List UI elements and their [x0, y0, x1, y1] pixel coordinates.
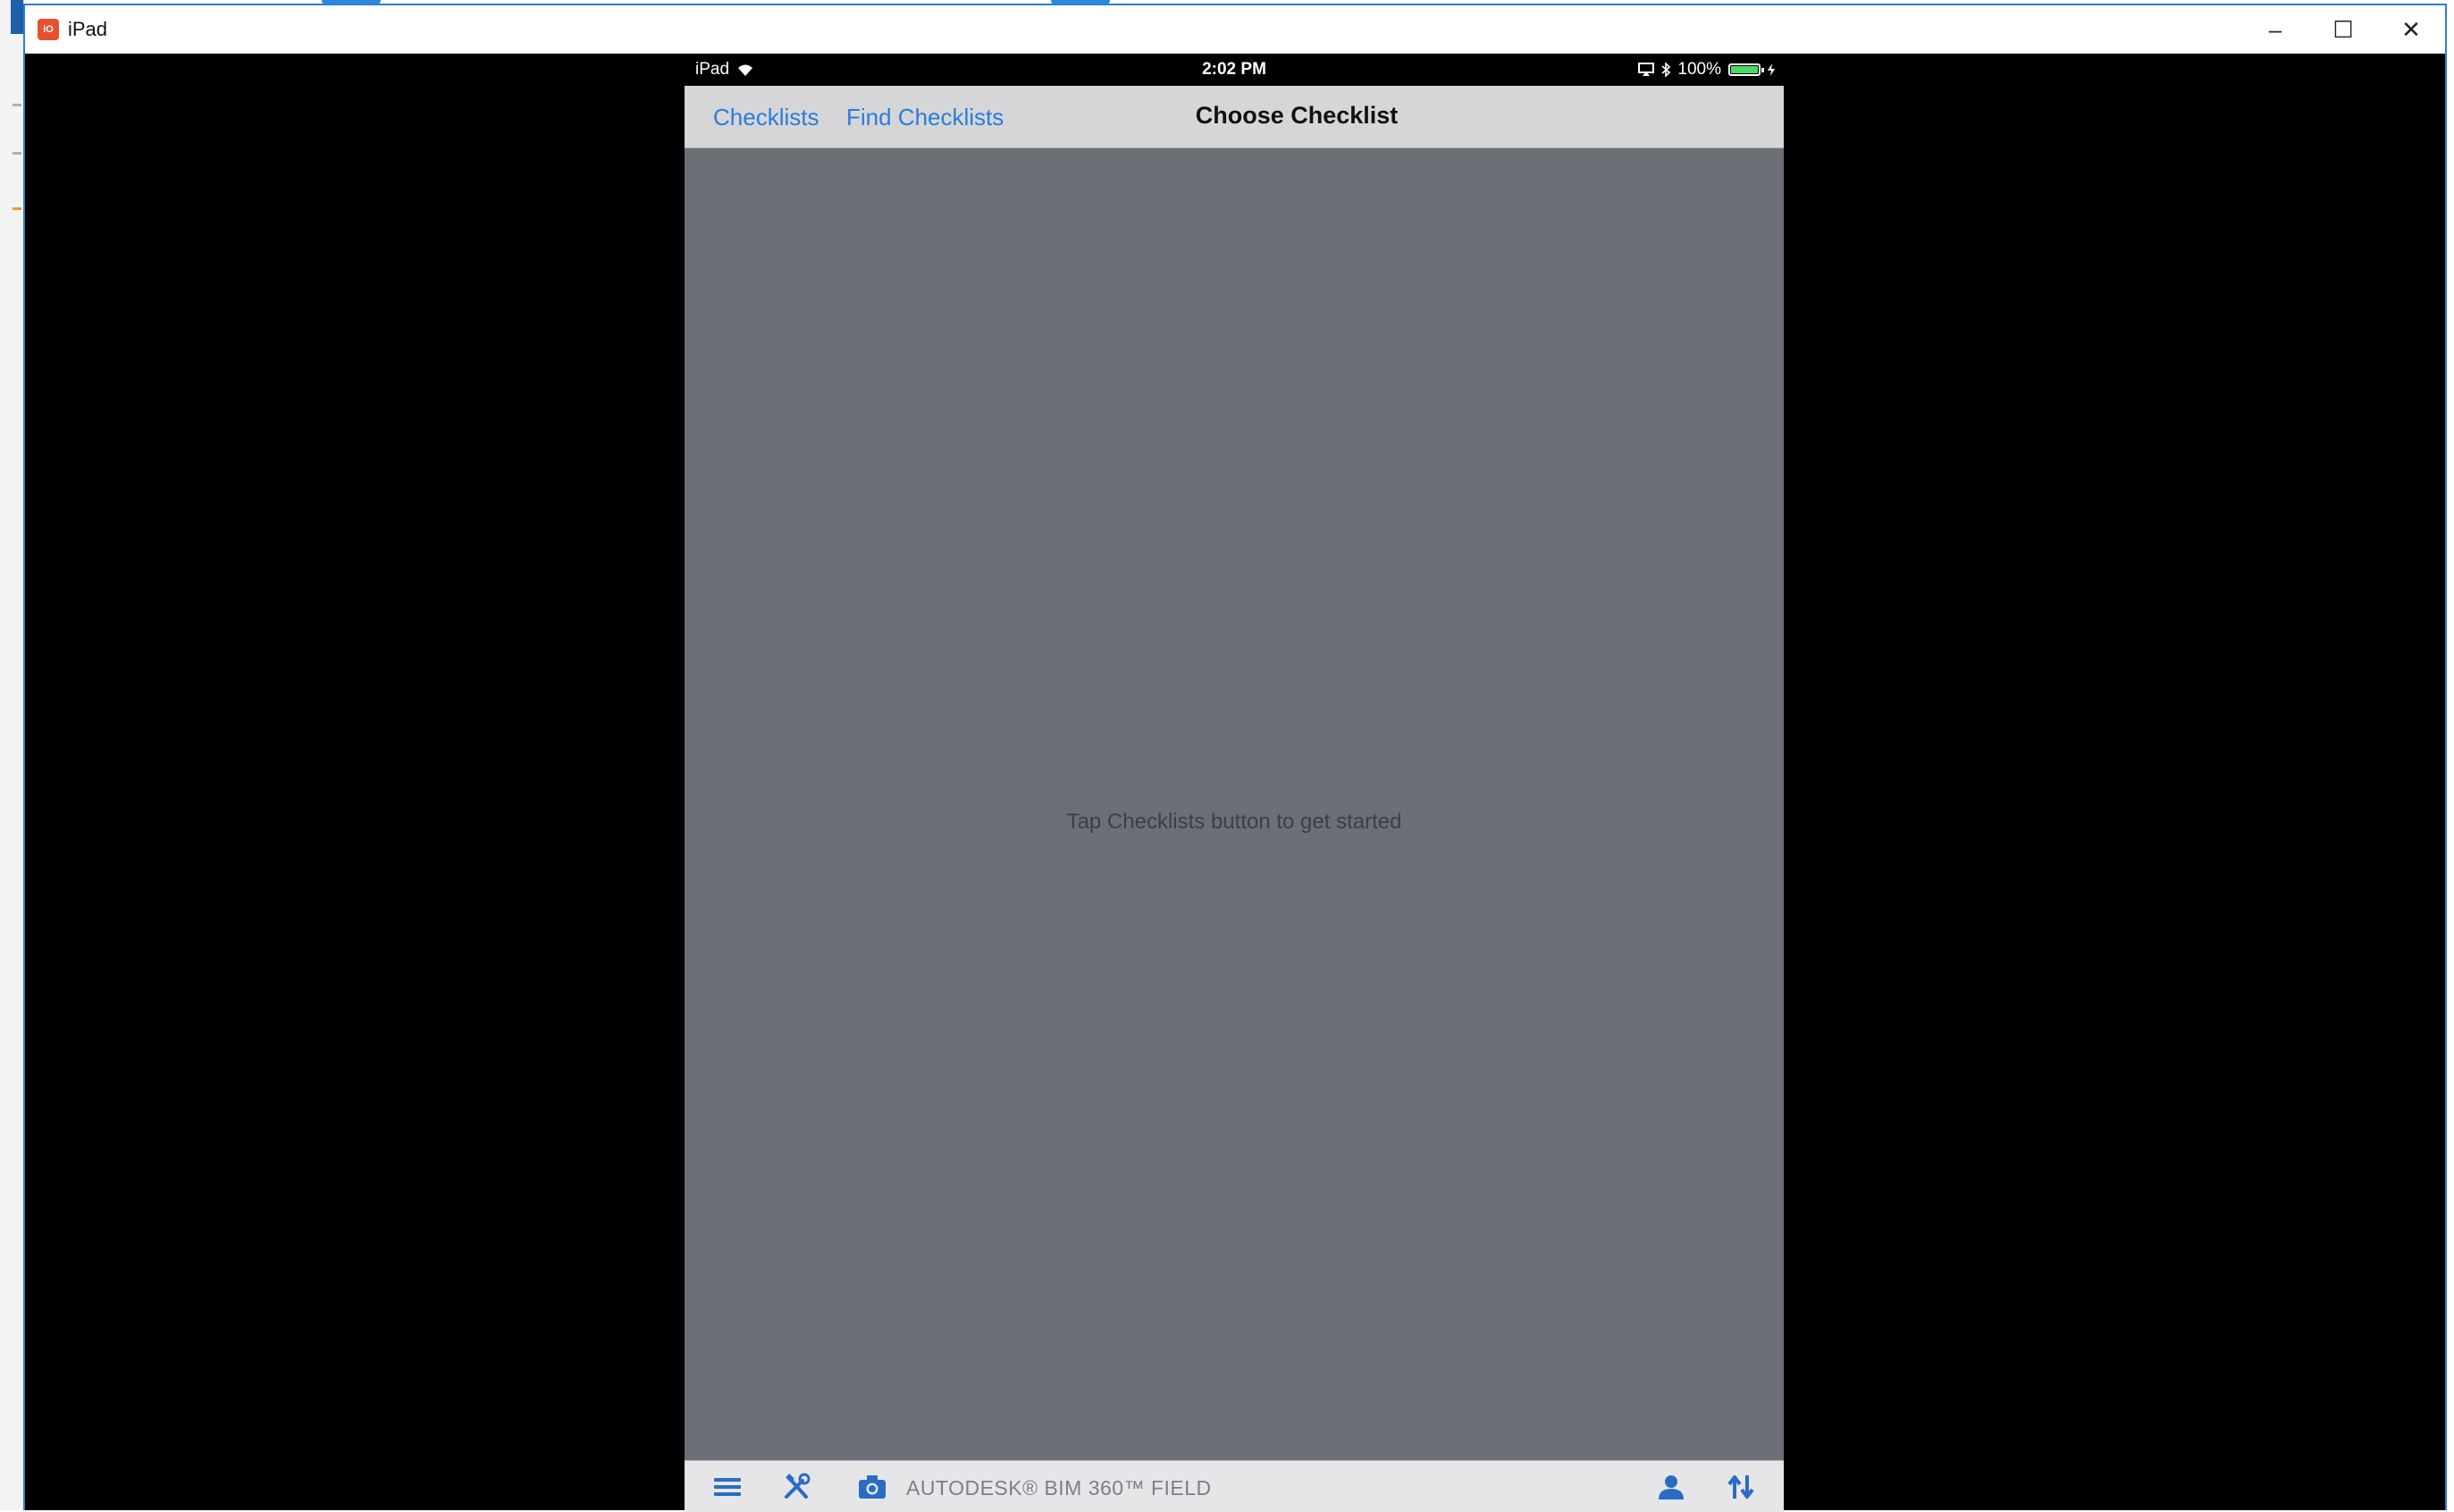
left-edge-mark [13, 207, 21, 210]
page-title: Choose Checklist [1195, 102, 1399, 129]
ipad-simulator-window: iO iPad – ☐ ✕ iPad 2:02 PM 100% Checklis… [23, 4, 2447, 1512]
minimize-button[interactable]: – [2241, 5, 2309, 54]
status-time: 2:02 PM [1202, 60, 1266, 79]
close-button[interactable]: ✕ [2377, 5, 2445, 54]
charging-icon [1768, 63, 1775, 76]
bluetooth-icon [1661, 63, 1671, 77]
window-controls: – ☐ ✕ [2241, 5, 2445, 54]
battery-percent: 100% [1677, 60, 1721, 79]
screen-mirroring-icon [1638, 63, 1655, 76]
camera-icon[interactable] [856, 1472, 888, 1502]
menu-icon[interactable] [711, 1472, 744, 1502]
battery-level-fill [1731, 66, 1758, 73]
navigation-bar: Checklists Find Checklists Choose Checkl… [685, 86, 1784, 148]
window-title: iPad [68, 18, 108, 40]
app-icon: iO [38, 19, 59, 40]
checklist-content-area: Tap Checklists button to get started [685, 148, 1784, 1460]
ipad-screen: iPad 2:02 PM 100% Checklists Find Checkl… [685, 54, 1784, 1512]
bottom-toolbar: AUTODESK® BIM 360™ FIELD [685, 1460, 1784, 1512]
left-edge-mark [13, 104, 21, 106]
left-edge-mark [13, 152, 21, 155]
window-titlebar[interactable]: iO iPad – ☐ ✕ [25, 5, 2445, 54]
ios-status-bar: iPad 2:02 PM 100% [685, 54, 1784, 86]
sync-icon[interactable] [1725, 1472, 1757, 1502]
user-icon[interactable] [1655, 1472, 1687, 1502]
empty-state-hint: Tap Checklists button to get started [1066, 810, 1402, 834]
left-edge-accent [11, 0, 23, 34]
autodesk-bim360-field-logo: AUTODESK® BIM 360™ FIELD [906, 1476, 1212, 1499]
battery-icon [1728, 63, 1764, 76]
maximize-button[interactable]: ☐ [2309, 5, 2377, 54]
tools-icon[interactable] [781, 1472, 813, 1502]
left-edge-strip [0, 0, 24, 1510]
